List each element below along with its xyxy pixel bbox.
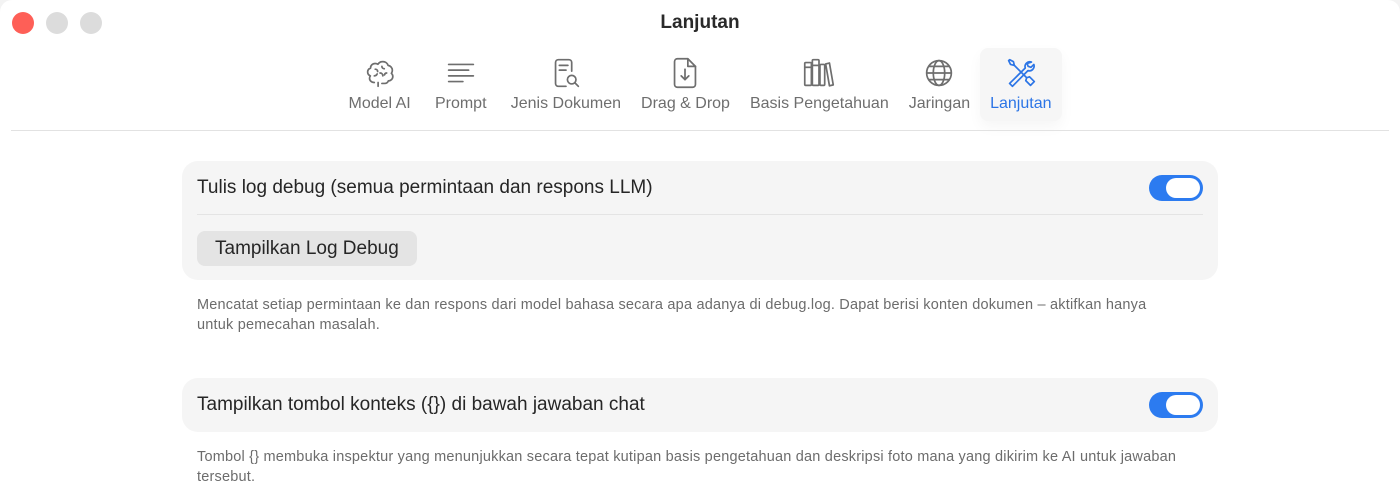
- context-button-description: Tombol {} membuka inspektur yang menunju…: [197, 449, 1177, 485]
- toolbar-divider: [11, 130, 1389, 131]
- tab-label: Jaringan: [908, 95, 971, 112]
- context-button-label: Tampilkan tombol konteks ({}) di bawah j…: [197, 394, 645, 415]
- tab-model-ai[interactable]: Model AI: [338, 48, 420, 121]
- tab-lanjutan[interactable]: Lanjutan: [980, 48, 1062, 121]
- window-title: Lanjutan: [660, 12, 740, 33]
- tab-label: Model AI: [348, 95, 411, 112]
- brain-icon: [366, 60, 394, 88]
- tab-basis-pengetahuan[interactable]: Basis Pengetahuan: [740, 48, 899, 121]
- debug-log-row: Tulis log debug (semua permintaan dan re…: [197, 175, 1203, 201]
- text-lines-icon: [447, 63, 474, 83]
- document-download-icon: [674, 57, 697, 89]
- context-button-row: Tampilkan tombol konteks ({}) di bawah j…: [197, 392, 1203, 418]
- settings-window: Lanjutan Model AI Prompt Jenis Dokumen D…: [0, 0, 1400, 501]
- globe-icon: [926, 59, 953, 87]
- context-button-card: Tampilkan tombol konteks ({}) di bawah j…: [182, 378, 1218, 432]
- debug-log-label: Tulis log debug (semua permintaan dan re…: [197, 177, 653, 198]
- tab-drag-drop[interactable]: Drag & Drop: [631, 48, 740, 121]
- tab-label: Prompt: [434, 95, 487, 112]
- toggle-knob: [1166, 178, 1200, 198]
- books-icon: [804, 58, 835, 87]
- debug-log-card: Tulis log debug (semua permintaan dan re…: [182, 161, 1218, 280]
- card-divider: [197, 214, 1203, 215]
- debug-log-toggle[interactable]: [1149, 175, 1203, 201]
- tab-label: Basis Pengetahuan: [749, 95, 889, 112]
- tab-prompt[interactable]: Prompt: [421, 48, 501, 121]
- tab-label: Drag & Drop: [641, 95, 730, 112]
- tab-label: Jenis Dokumen: [510, 95, 622, 112]
- tab-jaringan[interactable]: Jaringan: [899, 48, 980, 121]
- document-search-icon: [554, 58, 580, 88]
- settings-toolbar: Model AI Prompt Jenis Dokumen Drag & Dro…: [0, 48, 1400, 121]
- tab-jenis-dokumen[interactable]: Jenis Dokumen: [501, 48, 631, 121]
- debug-log-description: Mencatat setiap permintaan ke dan respon…: [197, 297, 1147, 333]
- wrench-screwdriver-icon: [1007, 58, 1035, 88]
- show-debug-log-button[interactable]: Tampilkan Log Debug: [197, 231, 417, 266]
- context-button-toggle[interactable]: [1149, 392, 1203, 418]
- toggle-knob: [1166, 395, 1200, 415]
- tab-label: Lanjutan: [990, 95, 1052, 112]
